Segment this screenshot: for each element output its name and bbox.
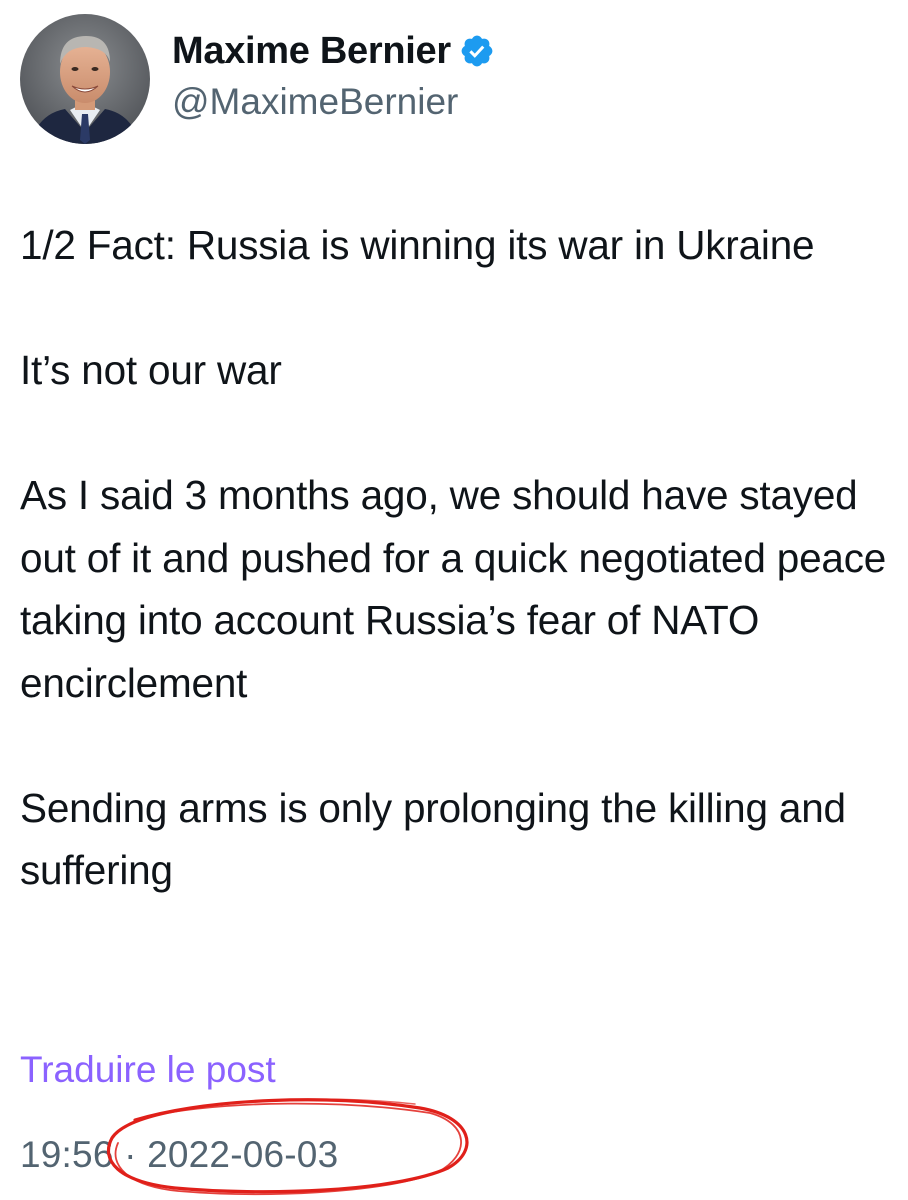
avatar[interactable] xyxy=(20,14,150,144)
tweet-timestamp[interactable]: 19:56 · 2022-06-03 xyxy=(20,1130,338,1180)
tweet-header: Maxime Bernier @MaximeBernier xyxy=(20,14,495,144)
tweet-paragraph: It’s not our war xyxy=(20,347,282,393)
verified-badge-icon xyxy=(459,33,495,69)
tweet-paragraph: As I said 3 months ago, we should have s… xyxy=(20,472,887,706)
tweet-paragraph: 1/2 Fact: Russia is winning its war in U… xyxy=(20,222,815,268)
author-display-name[interactable]: Maxime Bernier xyxy=(172,28,451,74)
tweet-date: 2022-06-03 xyxy=(147,1134,339,1175)
tweet-paragraph: Sending arms is only prolonging the kill… xyxy=(20,784,846,894)
meta-separator: · xyxy=(124,1134,137,1175)
author-handle[interactable]: @MaximeBernier xyxy=(172,78,495,126)
author-identity: Maxime Bernier @MaximeBernier xyxy=(172,28,495,126)
translate-post-link[interactable]: Traduire le post xyxy=(20,1043,276,1097)
avatar-photo xyxy=(20,14,150,144)
name-row: Maxime Bernier xyxy=(172,28,495,74)
tweet-text: 1/2 Fact: Russia is winning its war in U… xyxy=(20,214,895,902)
tweet-time: 19:56 xyxy=(20,1134,114,1175)
